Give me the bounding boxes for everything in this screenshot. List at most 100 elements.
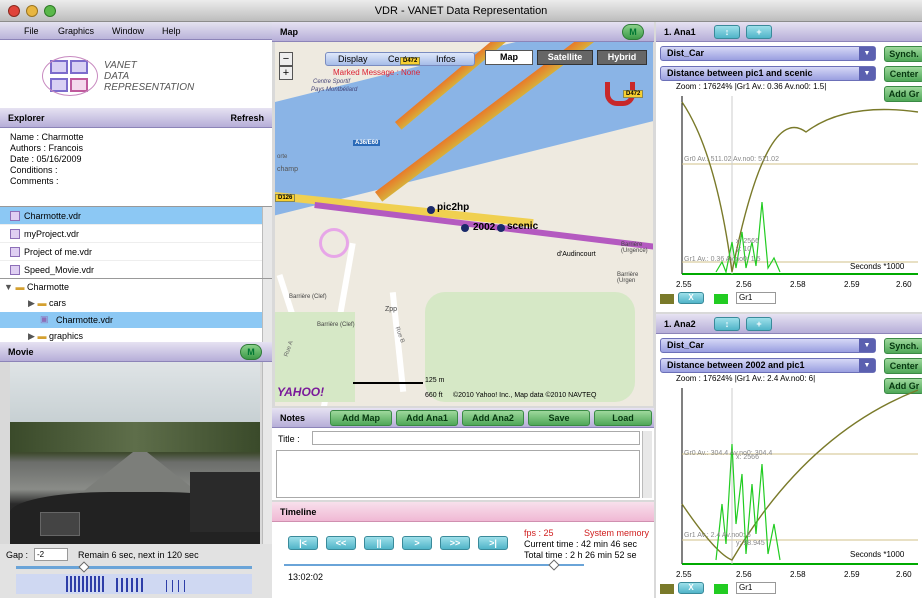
scale-bar	[353, 382, 423, 384]
ana2-remove-graph-button[interactable]: X	[678, 582, 704, 594]
rewind-button[interactable]: <<	[326, 536, 356, 550]
zoom-out-button[interactable]: −	[279, 52, 293, 66]
infos-tab[interactable]: Infos	[436, 54, 456, 64]
marker-scenic-icon[interactable]	[497, 224, 505, 232]
ana1-gr0-label: Gr0 Av.: 511.02 Av.no0: 511.02	[684, 156, 779, 163]
ana1-tick-2: 2.56	[736, 280, 752, 289]
file-list-scrollbar[interactable]	[262, 207, 272, 279]
map-type-satellite[interactable]: Satellite	[537, 50, 593, 65]
ana1-synch-button[interactable]: Synch.	[884, 46, 922, 62]
ana2-series-combo[interactable]: Distance between 2002 and pic1 ▼	[660, 358, 876, 373]
add-ana1-button[interactable]: Add Ana1	[396, 410, 458, 426]
add-map-button[interactable]: Add Map	[330, 410, 392, 426]
map-title: Map	[280, 27, 298, 37]
ana1-plot[interactable]	[656, 92, 922, 282]
note-title-input[interactable]	[312, 431, 640, 445]
map-view[interactable]: − + Display Center Infos Map Satellite H…	[275, 42, 653, 406]
ana2-center-button[interactable]: Center	[884, 358, 922, 374]
ana2-arrow-button[interactable]: ↕	[714, 317, 740, 331]
pause-button[interactable]: ||	[364, 536, 394, 550]
marker-pic2hp-icon[interactable]	[427, 206, 435, 214]
fast-forward-button[interactable]: >>	[440, 536, 470, 550]
ana1-series-combo[interactable]: Distance between pic1 and scenic ▼	[660, 66, 876, 81]
notes-title: Notes	[280, 413, 306, 423]
menu-window[interactable]: Window	[112, 26, 144, 36]
timeline-track[interactable]	[284, 564, 584, 566]
menu-graphics[interactable]: Graphics	[58, 26, 94, 36]
movie-video-frame[interactable]	[10, 362, 260, 544]
list-item[interactable]: Project of me.vdr	[0, 243, 272, 261]
refresh-button[interactable]: Refresh	[230, 108, 264, 128]
label-barriere-clef-1: Barrière (Clef)	[289, 294, 327, 300]
ana1-center-button[interactable]: Center	[884, 66, 922, 82]
tree-root[interactable]: ▼ ▬ Charmotte	[4, 282, 69, 292]
menu-help[interactable]: Help	[162, 26, 181, 36]
expand-arrow-icon: ▼	[4, 282, 13, 292]
close-window-button[interactable]	[8, 5, 20, 17]
zoom-in-button[interactable]: +	[279, 66, 293, 80]
info-authors: Authors : Francois	[10, 143, 84, 153]
info-comments: Comments :	[10, 176, 59, 186]
ana2-dataset-combo[interactable]: Dist_Car ▼	[660, 338, 876, 353]
go-start-button[interactable]: |<	[288, 536, 318, 550]
gap-input[interactable]	[34, 548, 68, 561]
ana2-legend-color-olive[interactable]	[660, 584, 674, 594]
movie-maximize-button[interactable]: M	[240, 344, 262, 360]
info-conditions: Conditions :	[10, 165, 58, 175]
info-name: Name : Charmotte	[10, 132, 84, 142]
load-button[interactable]: Load	[594, 410, 652, 426]
ana2-tick-5: 2.60	[896, 570, 912, 579]
dropdown-arrow-icon: ▼	[859, 359, 875, 372]
timeline-thumb[interactable]	[548, 559, 560, 571]
map-type-map[interactable]: Map	[485, 50, 533, 65]
timeline-clock: 13:02:02	[288, 572, 324, 582]
tree-file-label: Charmotte.vdr	[56, 315, 114, 325]
add-ana2-button[interactable]: Add Ana2	[462, 410, 524, 426]
zoom-window-button[interactable]	[44, 5, 56, 17]
ana1-legend-color-green[interactable]	[714, 294, 728, 304]
go-end-button[interactable]: >|	[478, 536, 508, 550]
ana2-synch-button[interactable]: Synch.	[884, 338, 922, 354]
note-text-area[interactable]	[276, 450, 640, 498]
play-button[interactable]: >	[402, 536, 432, 550]
movie-slider-track[interactable]	[16, 566, 252, 569]
tree-scrollbar[interactable]	[262, 279, 272, 343]
collapse-arrow-icon: ▶	[28, 331, 35, 341]
roundabout	[319, 228, 349, 258]
info-date: Date : 05/16/2009	[10, 154, 82, 164]
label-barriere-clef-2: Barrière (Clef)	[317, 322, 355, 328]
display-tab[interactable]: Display	[338, 54, 368, 64]
collapse-arrow-icon: ▶	[28, 298, 35, 308]
ana1-dataset-combo[interactable]: Dist_Car ▼	[660, 46, 876, 61]
tree-file-selected[interactable]: ▣ Charmotte.vdr	[0, 312, 262, 328]
save-button[interactable]: Save	[528, 410, 590, 426]
notes-scrollbar[interactable]	[642, 431, 652, 498]
movie-slider-thumb[interactable]	[78, 561, 90, 573]
tree-folder-cars[interactable]: ▶ ▬ cars	[28, 298, 66, 309]
file-label: Speed_Movie.vdr	[24, 265, 95, 275]
menu-file[interactable]: File	[24, 26, 39, 36]
map-maximize-button[interactable]: M	[622, 24, 644, 40]
list-item[interactable]: Charmotte.vdr	[0, 207, 272, 225]
movie-title: Movie	[8, 347, 34, 357]
ana1-arrow-button[interactable]: ↕	[714, 25, 740, 39]
map-type-hybrid[interactable]: Hybrid	[597, 50, 647, 65]
file-label: Charmotte.vdr	[24, 211, 82, 221]
ana1-remove-graph-button[interactable]: X	[678, 292, 704, 304]
list-item[interactable]: myProject.vdr	[0, 225, 272, 243]
ana2-graph-name[interactable]: Gr1	[736, 582, 776, 594]
ana2-legend-color-green[interactable]	[714, 584, 728, 594]
ana2-add-button[interactable]: +	[746, 317, 772, 331]
ana1-legend-color-olive[interactable]	[660, 294, 674, 304]
movie-scrollbar[interactable]	[262, 362, 272, 544]
ana1-graph-name[interactable]: Gr1	[736, 292, 776, 304]
marker-2002-icon[interactable]	[461, 224, 469, 232]
ana2-plot[interactable]	[656, 384, 922, 570]
marked-message: Marked Message : None	[333, 68, 421, 77]
folder-icon: ▬	[37, 331, 47, 341]
minimize-window-button[interactable]	[26, 5, 38, 17]
list-item[interactable]: Speed_Movie.vdr	[0, 261, 272, 279]
ana1-add-button[interactable]: +	[746, 25, 772, 39]
tree-folder-graphics[interactable]: ▶ ▬ graphics	[28, 331, 83, 342]
map-header: Map M	[272, 22, 654, 42]
